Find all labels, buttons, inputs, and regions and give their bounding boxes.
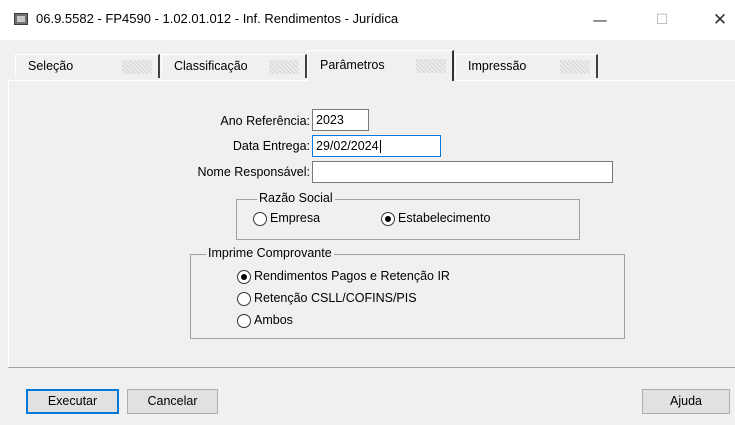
radio-retencao-csll[interactable]: Retenção CSLL/COFINS/PIS — [237, 291, 457, 307]
radio-rendimentos-pagos-circle — [237, 270, 251, 284]
imprime-comprovante-title: Imprime Comprovante — [206, 246, 334, 260]
nome-responsavel-label: Nome Responsável: — [197, 165, 310, 179]
tab-label: Parâmetros — [320, 58, 385, 72]
radio-ambos-label: Ambos — [254, 313, 293, 327]
radio-empresa-label: Empresa — [270, 211, 321, 225]
tab-grip — [269, 60, 299, 74]
ano-referencia-label: Ano Referência: — [220, 114, 310, 128]
radio-retencao-csll-label: Retenção CSLL/COFINS/PIS — [254, 291, 417, 305]
radio-rendimentos-pagos[interactable]: Rendimentos Pagos e Retenção IR — [237, 269, 497, 285]
radio-estabelecimento-label: Estabelecimento — [398, 211, 491, 225]
tab-label: Classificação — [174, 59, 248, 73]
radio-retencao-csll-circle — [237, 292, 251, 306]
radio-ambos-circle — [237, 314, 251, 328]
radio-estabelecimento-circle — [381, 212, 395, 226]
tab-strip: Seleção Classificação Parâmetros Impress… — [15, 50, 735, 81]
radio-empresa-circle — [253, 212, 267, 226]
maximize-icon[interactable]: ☐ — [644, 6, 680, 34]
panel-divider — [8, 367, 735, 368]
cancelar-button[interactable]: Cancelar — [127, 389, 218, 414]
tab-parametros[interactable]: Parâmetros — [307, 50, 454, 81]
title-bar: 06.9.5582 - FP4590 - 1.02.01.012 - Inf. … — [0, 0, 735, 40]
data-entrega-value: 29/02/2024 — [316, 139, 379, 153]
app-window-icon[interactable] — [14, 13, 28, 25]
tab-impressao[interactable]: Impressão — [455, 54, 598, 78]
window-title: 06.9.5582 - FP4590 - 1.02.01.012 - Inf. … — [36, 11, 399, 26]
tab-grip — [560, 60, 590, 74]
radio-rendimentos-pagos-label: Rendimentos Pagos e Retenção IR — [254, 269, 450, 283]
radio-estabelecimento[interactable]: Estabelecimento — [381, 211, 521, 227]
minimize-icon[interactable]: — — [582, 6, 618, 34]
tab-label: Impressão — [468, 59, 527, 73]
data-entrega-input[interactable]: 29/02/2024 — [312, 135, 441, 157]
tab-grip — [416, 59, 446, 73]
tab-grip — [122, 60, 152, 74]
text-caret — [379, 140, 381, 154]
data-entrega-label: Data Entrega: — [232, 139, 310, 153]
ajuda-button[interactable]: Ajuda — [642, 389, 730, 414]
razao-social-title: Razão Social — [257, 191, 335, 205]
tab-classificacao[interactable]: Classificação — [161, 54, 307, 78]
tab-label: Seleção — [28, 59, 74, 73]
button-bar: Executar Cancelar Ajuda — [8, 383, 735, 425]
nome-responsavel-input[interactable] — [312, 161, 613, 183]
tab-selecao[interactable]: Seleção — [15, 54, 160, 78]
close-icon[interactable]: ✕ — [702, 6, 735, 34]
executar-button[interactable]: Executar — [26, 389, 119, 414]
radio-ambos[interactable]: Ambos — [237, 313, 337, 329]
ano-referencia-input[interactable]: 2023 — [312, 109, 369, 131]
radio-empresa[interactable]: Empresa — [253, 211, 353, 227]
